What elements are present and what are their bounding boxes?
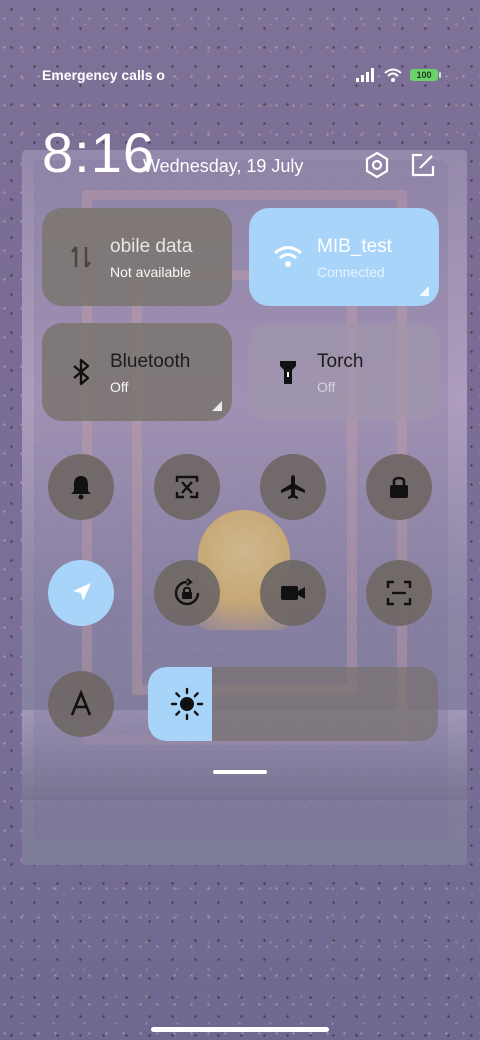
ringer-toggle[interactable] (48, 454, 114, 520)
bluetooth-tile[interactable]: Bluetooth Off (42, 323, 232, 421)
signal-icon (356, 68, 374, 82)
torch-title: Torch (317, 351, 364, 372)
bluetooth-status: Off (110, 379, 129, 395)
location-toggle[interactable] (48, 560, 114, 626)
edit-icon[interactable] (408, 150, 438, 180)
rotation-lock-toggle[interactable] (154, 560, 220, 626)
clock: 8:16 (42, 121, 155, 184)
mobile-data-title: obile data (110, 236, 193, 257)
wifi-status: Connected (317, 264, 385, 280)
airplane-icon (281, 475, 305, 499)
font-size-icon (70, 689, 92, 716)
brightness-icon (170, 687, 204, 721)
wifi-icon (274, 246, 302, 267)
expand-corner-icon[interactable] (419, 286, 429, 296)
bluetooth-icon (73, 358, 90, 386)
torch-tile[interactable]: Torch Off (249, 323, 439, 421)
torch-icon (280, 361, 296, 384)
bluetooth-title: Bluetooth (110, 351, 191, 372)
home-gesture-bar[interactable] (151, 1027, 329, 1032)
airplane-mode-toggle[interactable] (260, 454, 326, 520)
status-bar: Emergency calls o 100 (42, 66, 441, 86)
torch-status: Off (317, 379, 336, 395)
bell-icon (71, 476, 91, 500)
mobile-data-icon (71, 246, 91, 268)
screenshot-icon (175, 475, 199, 499)
wifi-tile[interactable]: MIB_test Connected (249, 208, 439, 306)
wifi-icon (384, 68, 402, 82)
panel-drag-handle[interactable] (213, 770, 267, 774)
wifi-network-name: MIB_test (317, 236, 392, 257)
font-size-toggle[interactable] (48, 671, 114, 737)
screen-recorder-toggle[interactable] (260, 560, 326, 626)
brightness-slider[interactable] (148, 667, 438, 741)
settings-icon[interactable] (362, 150, 392, 180)
carrier-text: Emergency calls o (42, 67, 165, 83)
status-icons: 100 (356, 68, 441, 82)
scanner-toggle[interactable] (366, 560, 432, 626)
screenshot-toggle[interactable] (154, 454, 220, 520)
battery-indicator: 100 (410, 69, 441, 81)
location-icon (73, 583, 91, 601)
lock-icon (390, 476, 408, 498)
lock-screen-toggle[interactable] (366, 454, 432, 520)
mobile-data-status: Not available (110, 264, 191, 280)
date: Wednesday, 19 July (143, 156, 304, 176)
expand-corner-icon[interactable] (212, 401, 222, 411)
scan-icon (386, 580, 412, 606)
rotation-lock-icon (174, 578, 200, 606)
screen-record-icon (281, 586, 305, 600)
mobile-data-tile[interactable]: obile data Not available (42, 208, 232, 306)
